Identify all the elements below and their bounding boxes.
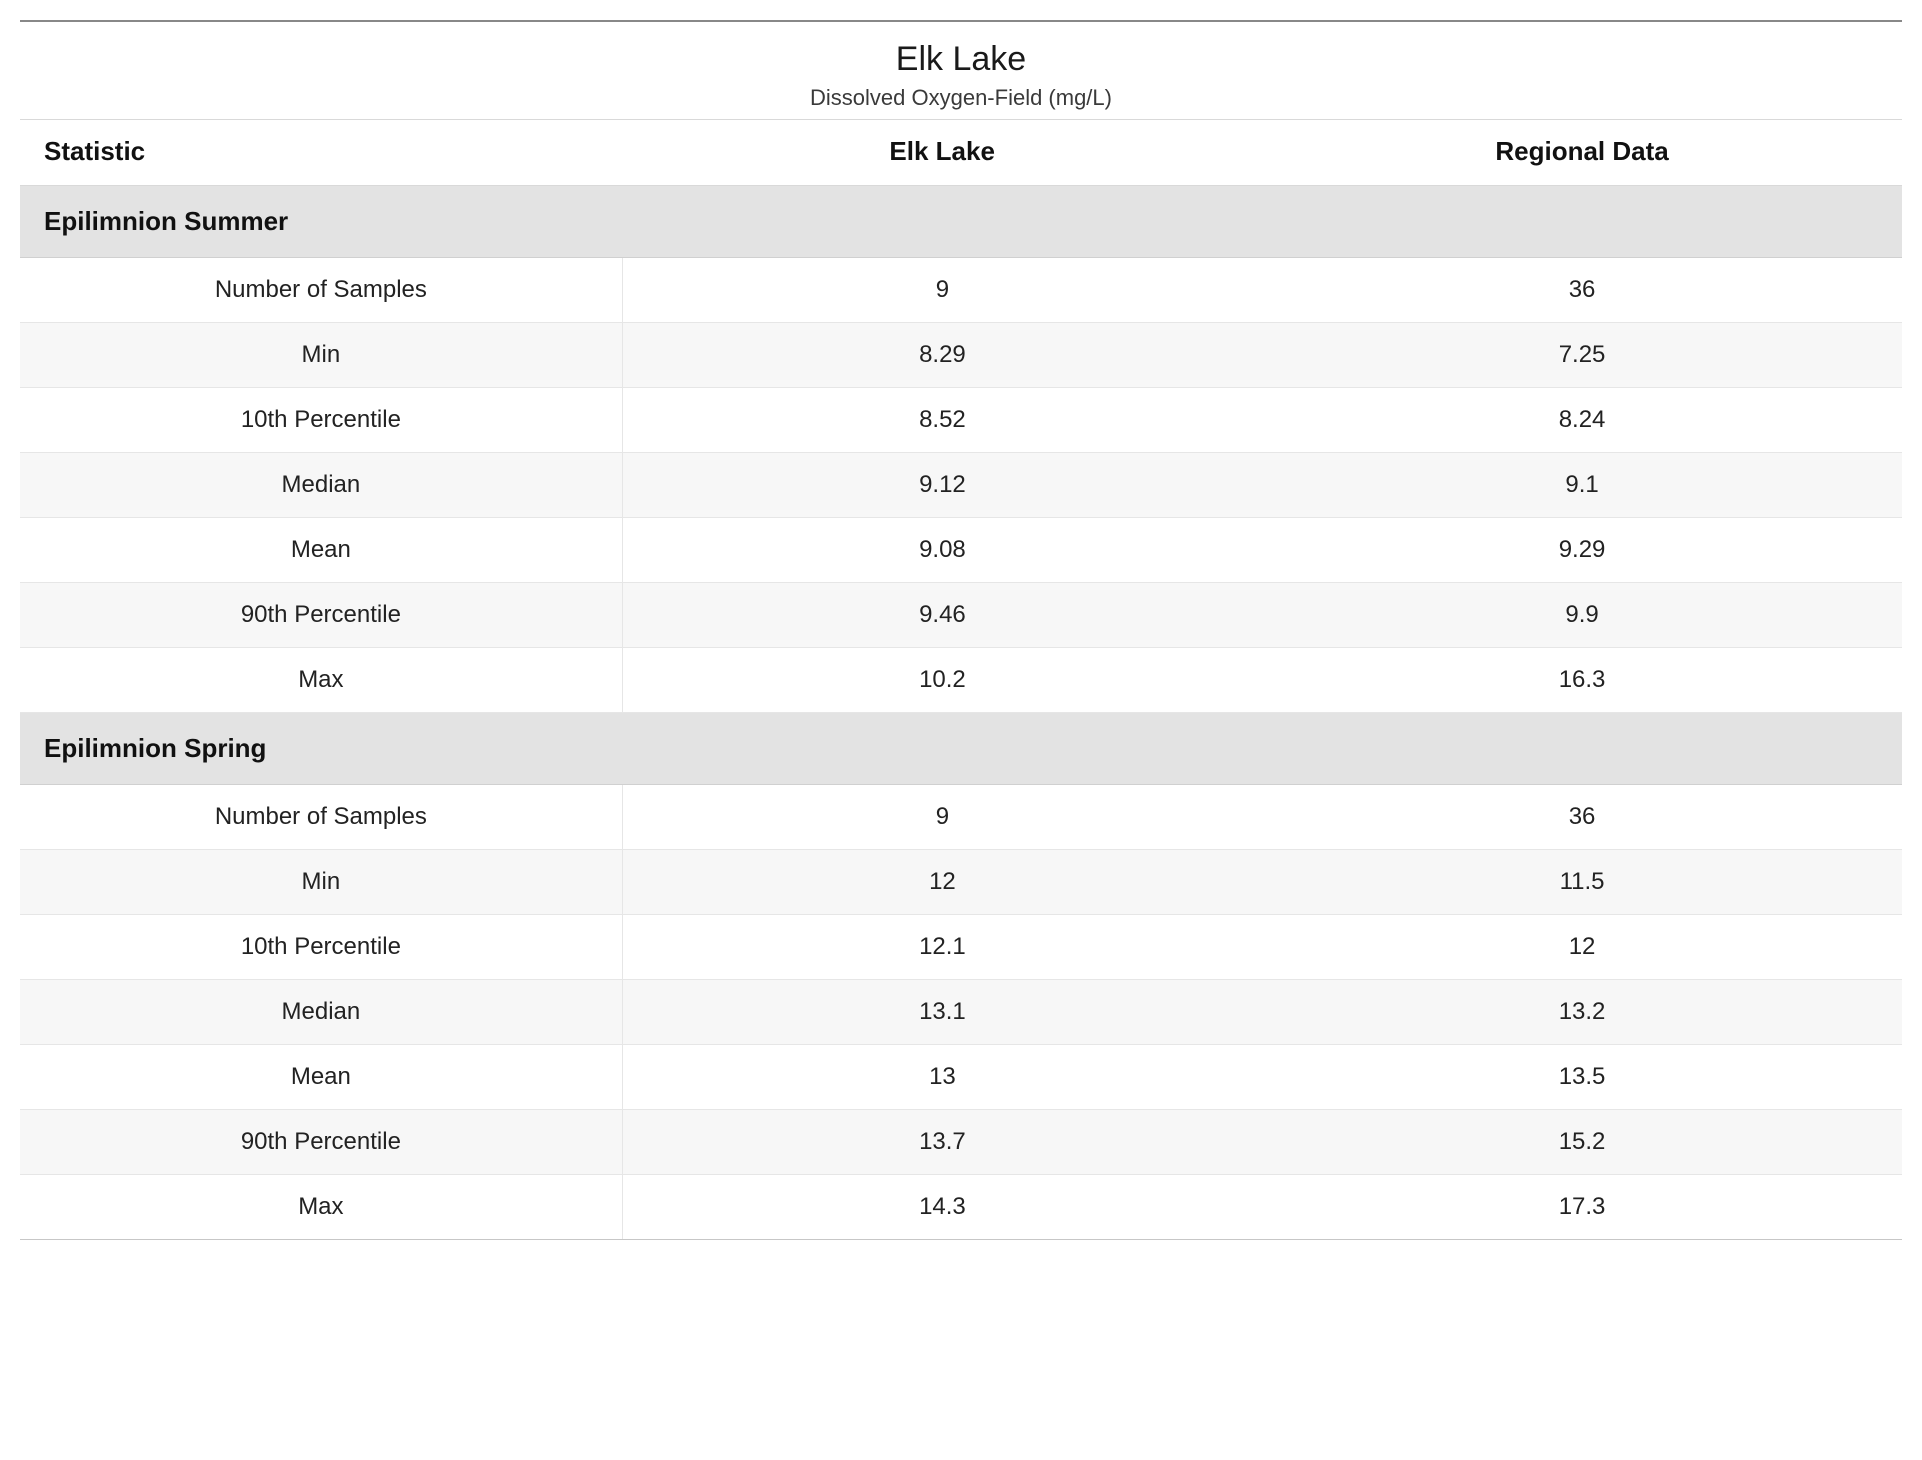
regional-value: 16.3 (1262, 648, 1902, 713)
report-container: Elk Lake Dissolved Oxygen-Field (mg/L) S… (20, 20, 1902, 1240)
section-header-epilimnion-summer: Epilimnion Summer (20, 186, 1902, 258)
table-row: Number of Samples 9 36 (20, 785, 1902, 850)
table-row: 10th Percentile 8.52 8.24 (20, 388, 1902, 453)
table-row: Max 14.3 17.3 (20, 1175, 1902, 1240)
regional-value: 36 (1262, 785, 1902, 850)
lake-value: 9 (622, 785, 1262, 850)
lake-value: 12.1 (622, 915, 1262, 980)
statistics-table: Statistic Elk Lake Regional Data Epilimn… (20, 120, 1902, 1240)
stat-label: Max (20, 1175, 622, 1240)
lake-value: 9.12 (622, 453, 1262, 518)
stat-label: 90th Percentile (20, 583, 622, 648)
regional-value: 9.29 (1262, 518, 1902, 583)
regional-value: 13.5 (1262, 1045, 1902, 1110)
regional-value: 36 (1262, 258, 1902, 323)
page-subtitle: Dissolved Oxygen-Field (mg/L) (20, 85, 1902, 111)
table-row: Max 10.2 16.3 (20, 648, 1902, 713)
table-head: Statistic Elk Lake Regional Data (20, 120, 1902, 186)
section-header-label: Epilimnion Summer (20, 186, 1902, 258)
lake-value: 9.08 (622, 518, 1262, 583)
table-row: Median 9.12 9.1 (20, 453, 1902, 518)
section-header-label: Epilimnion Spring (20, 713, 1902, 785)
lake-value: 9.46 (622, 583, 1262, 648)
regional-value: 11.5 (1262, 850, 1902, 915)
regional-value: 7.25 (1262, 323, 1902, 388)
stat-label: Mean (20, 1045, 622, 1110)
regional-value: 12 (1262, 915, 1902, 980)
stat-label: Median (20, 980, 622, 1045)
table-row: Min 12 11.5 (20, 850, 1902, 915)
regional-value: 9.9 (1262, 583, 1902, 648)
regional-value: 9.1 (1262, 453, 1902, 518)
lake-value: 12 (622, 850, 1262, 915)
stat-label: Min (20, 323, 622, 388)
table-row: 10th Percentile 12.1 12 (20, 915, 1902, 980)
stat-label: Number of Samples (20, 785, 622, 850)
regional-value: 17.3 (1262, 1175, 1902, 1240)
stat-label: Number of Samples (20, 258, 622, 323)
column-header-lake: Elk Lake (622, 120, 1262, 186)
table-row: 90th Percentile 9.46 9.9 (20, 583, 1902, 648)
stat-label: 90th Percentile (20, 1110, 622, 1175)
table-row: Min 8.29 7.25 (20, 323, 1902, 388)
table-row: Mean 9.08 9.29 (20, 518, 1902, 583)
regional-value: 13.2 (1262, 980, 1902, 1045)
section-header-epilimnion-spring: Epilimnion Spring (20, 713, 1902, 785)
lake-value: 13.1 (622, 980, 1262, 1045)
stat-label: Max (20, 648, 622, 713)
stat-label: 10th Percentile (20, 388, 622, 453)
lake-value: 9 (622, 258, 1262, 323)
lake-value: 13 (622, 1045, 1262, 1110)
column-header-regional: Regional Data (1262, 120, 1902, 186)
column-header-statistic: Statistic (20, 120, 622, 186)
lake-value: 13.7 (622, 1110, 1262, 1175)
table-row: Mean 13 13.5 (20, 1045, 1902, 1110)
regional-value: 15.2 (1262, 1110, 1902, 1175)
table-body: Epilimnion Summer Number of Samples 9 36… (20, 186, 1902, 1240)
table-row: 90th Percentile 13.7 15.2 (20, 1110, 1902, 1175)
stat-label: Median (20, 453, 622, 518)
page-title: Elk Lake (20, 40, 1902, 79)
column-header-row: Statistic Elk Lake Regional Data (20, 120, 1902, 186)
table-row: Median 13.1 13.2 (20, 980, 1902, 1045)
lake-value: 14.3 (622, 1175, 1262, 1240)
lake-value: 8.29 (622, 323, 1262, 388)
regional-value: 8.24 (1262, 388, 1902, 453)
lake-value: 10.2 (622, 648, 1262, 713)
lake-value: 8.52 (622, 388, 1262, 453)
stat-label: 10th Percentile (20, 915, 622, 980)
stat-label: Mean (20, 518, 622, 583)
stat-label: Min (20, 850, 622, 915)
title-block: Elk Lake Dissolved Oxygen-Field (mg/L) (20, 22, 1902, 119)
table-row: Number of Samples 9 36 (20, 258, 1902, 323)
